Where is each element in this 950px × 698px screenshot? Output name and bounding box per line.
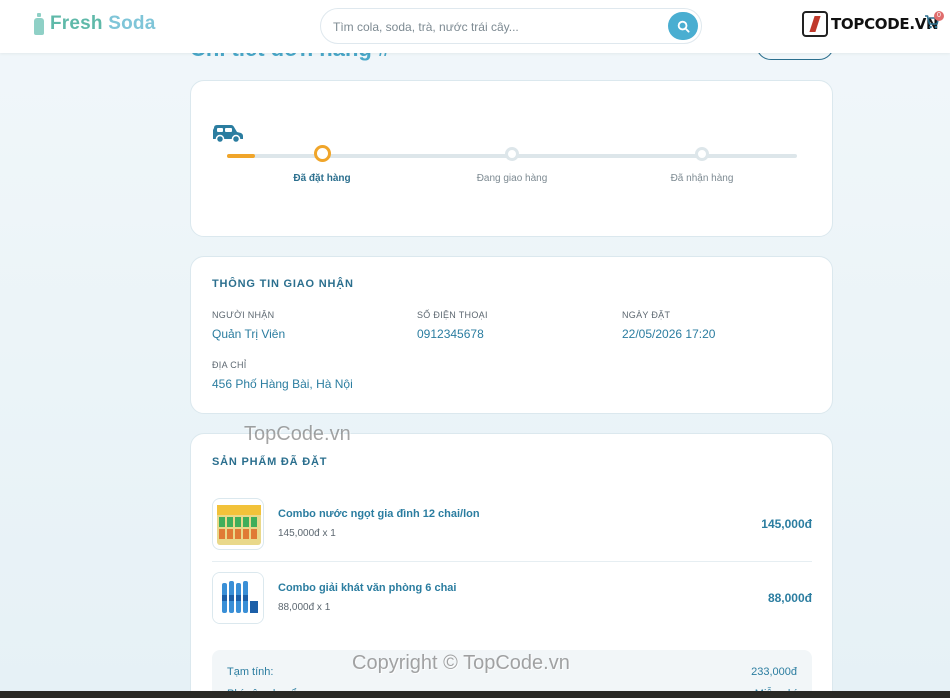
product-thumbnail[interactable] bbox=[212, 498, 264, 550]
site-header: Fresh Soda TOPCODE.VN 0 bbox=[0, 0, 950, 53]
product-thumbnail[interactable] bbox=[212, 572, 264, 624]
water-combo-image bbox=[213, 573, 263, 623]
os-taskbar-strip bbox=[0, 691, 950, 698]
order-progress-card: Đã đặt hàng Đang giao hàng Đã nhận hàng bbox=[190, 80, 833, 237]
delivery-info-card: THÔNG TIN GIAO NHẬN NGƯỜI NHẬN Quản Trị … bbox=[190, 256, 833, 414]
logo-text: Fresh Soda bbox=[50, 13, 156, 34]
watermark-copyright: Copyright © TopCode.vn bbox=[352, 652, 570, 674]
delivery-section-title: THÔNG TIN GIAO NHẬN bbox=[212, 278, 354, 290]
subtotal-value: 233,000đ bbox=[751, 666, 797, 678]
step-label-ordered: Đã đặt hàng bbox=[293, 173, 351, 184]
search-bar bbox=[320, 8, 702, 44]
progress-fill bbox=[227, 154, 255, 158]
product-price: 145,000đ bbox=[761, 517, 812, 531]
step-dot-ordered bbox=[314, 145, 331, 162]
product-row[interactable]: Combo giải khát văn phòng 6 chai 88,000đ… bbox=[212, 562, 812, 636]
order-date-value: 22/05/2026 17:20 bbox=[622, 327, 716, 341]
address-value: 456 Phố Hàng Bài, Hà Nội bbox=[212, 377, 353, 391]
address-label: ĐỊA CHỈ bbox=[212, 360, 247, 370]
product-name[interactable]: Combo giải khát văn phòng 6 chai bbox=[278, 582, 456, 594]
step-label-received: Đã nhận hàng bbox=[670, 173, 734, 184]
bottle-icon bbox=[34, 13, 44, 35]
topcode-brand-text: TOPCODE.VN bbox=[831, 15, 939, 33]
search-input[interactable] bbox=[333, 18, 653, 36]
product-price: 88,000đ bbox=[767, 591, 812, 605]
search-icon bbox=[677, 20, 690, 33]
product-quantity: 145,000đ x 1 bbox=[278, 528, 336, 539]
product-name[interactable]: Combo nước ngọt gia đình 12 chai/lon bbox=[278, 508, 480, 520]
order-date-label: NGÀY ĐẶT bbox=[622, 310, 671, 320]
phone-label: SỐ ĐIỆN THOẠI bbox=[417, 310, 488, 320]
cart-count-badge: 0 bbox=[934, 11, 944, 21]
products-section-title: SẢN PHẨM ĐÃ ĐẶT bbox=[212, 456, 328, 468]
truck-icon bbox=[213, 125, 243, 144]
recipient-label: NGƯỜI NHẬN bbox=[212, 310, 275, 320]
search-button[interactable] bbox=[668, 12, 698, 40]
topcode-mark-icon bbox=[802, 11, 828, 37]
product-quantity: 88,000đ x 1 bbox=[278, 602, 331, 613]
step-dot-received bbox=[695, 147, 709, 161]
watermark-topcode: TopCode.vn bbox=[244, 423, 351, 445]
step-dot-shipping bbox=[505, 147, 519, 161]
product-row[interactable]: Combo nước ngọt gia đình 12 chai/lon 145… bbox=[212, 488, 812, 562]
soda-combo-image bbox=[217, 505, 261, 545]
phone-value: 0912345678 bbox=[417, 327, 484, 341]
recipient-value: Quản Trị Viên bbox=[212, 327, 286, 341]
subtotal-label: Tạm tính: bbox=[227, 666, 274, 678]
step-label-shipping: Đang giao hàng bbox=[476, 173, 548, 184]
topcode-logo: TOPCODE.VN bbox=[802, 11, 939, 37]
site-logo[interactable]: Fresh Soda bbox=[34, 13, 156, 35]
